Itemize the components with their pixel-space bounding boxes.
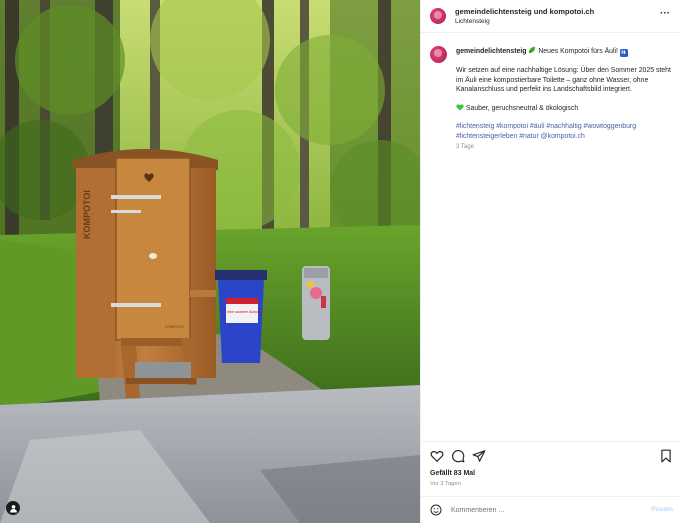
caption-features: Sauber, geruchsneutral & ökologisch: [465, 104, 579, 112]
comment-bar: Posten: [421, 496, 680, 523]
caption-age: 3 Tage: [456, 143, 474, 150]
post-header: gemeindelichtensteig und kompotoi.ch Lic…: [421, 0, 680, 33]
post-date: Vor 3 Tagen: [430, 481, 461, 487]
emoji-icon[interactable]: [430, 504, 442, 516]
post-author-names[interactable]: gemeindelichtensteig und kompotoi.ch: [455, 7, 594, 16]
caption-headline: Neues Kompotoi fürs Äuli!: [538, 48, 618, 55]
restroom-emoji-icon: 🚻: [619, 49, 628, 57]
comment-icon[interactable]: [451, 449, 465, 463]
caption-username[interactable]: gemeindelichtensteig: [456, 48, 526, 55]
post-detail-panel: gemeindelichtensteig und kompotoi.ch Lic…: [420, 0, 680, 523]
post-photo[interactable]: KOMPOTOI KOMPOTOI Für eine saubere Äulin…: [0, 0, 420, 523]
user-tag-icon: [9, 504, 17, 513]
caption-avatar[interactable]: [430, 46, 447, 63]
bin-sign: Für eine saubere Äulinatur: [221, 310, 264, 314]
green-heart-emoji-icon: [456, 104, 464, 111]
post-caption: gemeindelichtensteig Neues Kompotoi fürs…: [456, 46, 671, 152]
photo-illustration: KOMPOTOI KOMPOTOI Für eine saubere Äulin…: [0, 0, 420, 523]
author-avatar[interactable]: [430, 8, 446, 24]
caption-hashtags[interactable]: #lichtensteig #kompotoi #äuli #nachhalti…: [456, 122, 671, 141]
leaf-emoji-icon: [529, 46, 536, 54]
share-icon[interactable]: [472, 449, 486, 463]
toilet-brand-label: KOMPOTOI: [82, 190, 92, 239]
caption-body: Wir setzen auf eine nachhaltige Lösung: …: [456, 67, 671, 94]
comment-input[interactable]: [451, 503, 631, 517]
user-tag-button[interactable]: [6, 501, 20, 515]
like-count[interactable]: Gefällt 83 Mal: [430, 470, 475, 477]
heart-icon[interactable]: [430, 449, 444, 463]
more-icon[interactable]: ···: [660, 9, 670, 19]
action-bar: [421, 441, 680, 471]
bookmark-icon[interactable]: [659, 449, 673, 463]
door-small-label: KOMPOTOI: [165, 325, 184, 329]
post-location[interactable]: Lichtensteig: [455, 18, 490, 25]
post-comment-button[interactable]: Posten: [651, 506, 673, 513]
